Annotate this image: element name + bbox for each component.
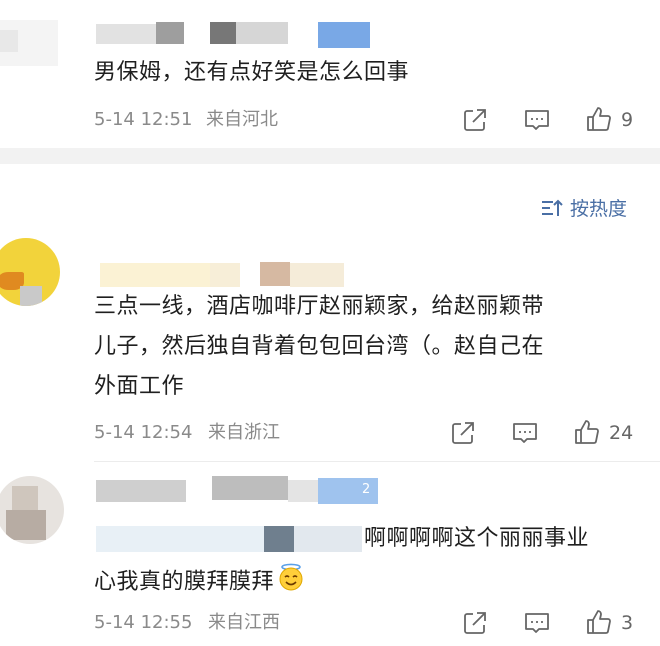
mention-blur: [264, 526, 294, 552]
like-count: 24: [609, 422, 634, 444]
angel-emoji-icon: [276, 562, 306, 603]
sort-toggle[interactable]: 按热度: [540, 194, 627, 221]
comment-icon: [513, 423, 537, 443]
badge-blur: [318, 22, 370, 48]
avatar-blur: [6, 510, 46, 540]
badge-number: 2: [362, 482, 371, 497]
like-count: 3: [621, 612, 634, 634]
comment-text-line: 三点一线，酒店咖啡厅赵丽颖家，给赵丽颖带: [94, 294, 545, 319]
like-button[interactable]: [584, 607, 614, 637]
comment-icon: [525, 613, 549, 633]
avatar[interactable]: [0, 476, 64, 544]
like-count: 9: [621, 109, 634, 131]
avatar-blur: [20, 286, 42, 306]
comment-text-segment: 心我真的膜拜膜拜: [94, 569, 275, 595]
username-blur: [260, 262, 290, 286]
reply-button[interactable]: [522, 105, 552, 135]
comment-text-line: 外面工作: [94, 374, 185, 399]
sort-label: 按热度: [570, 198, 628, 220]
like-icon: [575, 420, 599, 444]
username-blur: [210, 22, 236, 44]
username-blur: [236, 22, 288, 44]
reply-button[interactable]: [522, 608, 552, 638]
avatar-blur: [0, 30, 18, 52]
mention-blur: [294, 526, 362, 552]
share-button[interactable]: [448, 418, 478, 448]
username-blur: [288, 480, 318, 502]
comment-location: 来自浙江: [208, 422, 280, 443]
mention-blur: [96, 526, 264, 552]
share-icon: [464, 612, 486, 634]
comment-time: 5-14 12:51: [94, 109, 193, 130]
share-icon: [452, 422, 474, 444]
comment-time: 5-14 12:54: [94, 422, 193, 443]
username-blur: [96, 480, 186, 502]
comment-text-line: 儿子，然后独自背着包包回台湾（。赵自己在: [94, 334, 545, 359]
comment-text-line: 心我真的膜拜膜拜: [94, 562, 306, 603]
username-blur: [210, 263, 240, 287]
username-blur: [156, 22, 184, 44]
avatar[interactable]: [0, 238, 60, 306]
username-blur: [100, 263, 210, 287]
avatar-blur: [12, 486, 38, 512]
like-icon: [587, 107, 611, 131]
username-blur: [96, 24, 156, 44]
share-button[interactable]: [460, 608, 490, 638]
comment-text-line: 啊啊啊啊这个丽丽事业: [364, 526, 590, 551]
like-icon: [587, 610, 611, 634]
comment-time: 5-14 12:55: [94, 612, 193, 633]
like-button[interactable]: [584, 104, 614, 134]
sort-icon: [542, 199, 563, 216]
comment-location: 来自河北: [206, 109, 278, 130]
section-divider: [0, 148, 660, 164]
like-button[interactable]: [572, 417, 602, 447]
comment-icon: [525, 110, 549, 130]
comment-text: 男保姆，还有点好笑是怎么回事: [94, 60, 410, 85]
username-blur: [212, 476, 288, 500]
reply-button[interactable]: [510, 418, 540, 448]
share-icon: [464, 109, 486, 131]
row-divider: [94, 461, 660, 462]
comment-location: 来自江西: [208, 612, 280, 633]
share-button[interactable]: [460, 105, 490, 135]
username-blur: [290, 263, 344, 287]
